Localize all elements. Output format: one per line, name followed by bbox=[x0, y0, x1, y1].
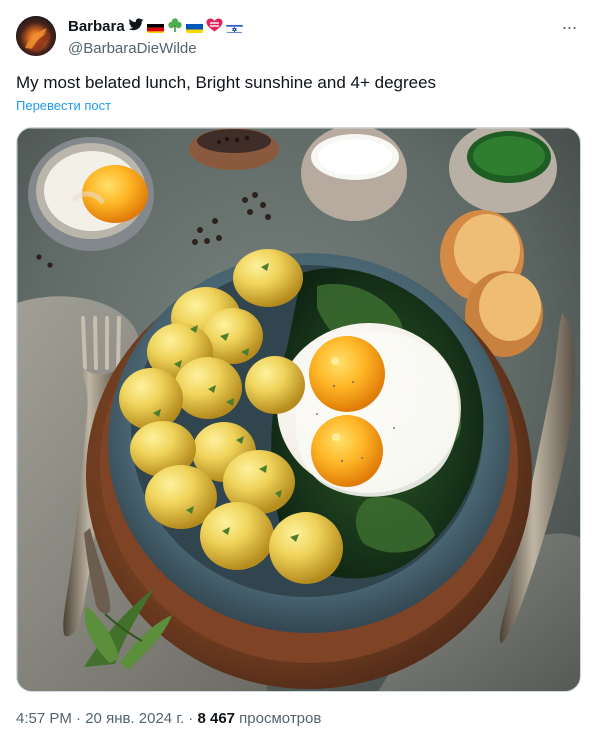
views-count[interactable]: 8 467 bbox=[197, 710, 235, 727]
views-label: просмотров bbox=[235, 710, 322, 727]
avatar-image bbox=[16, 16, 56, 56]
germany-flag-icon bbox=[146, 22, 164, 33]
display-name[interactable]: Barbara bbox=[68, 17, 125, 37]
translate-link[interactable]: Перевести пост bbox=[16, 98, 111, 114]
author-handle[interactable]: @BarbaraDieWilde bbox=[68, 39, 488, 58]
ukraine-flag-icon bbox=[185, 22, 203, 33]
name-row: Barbara bbox=[68, 17, 488, 37]
israel-flag-icon bbox=[225, 22, 243, 33]
shamrock-icon bbox=[167, 17, 183, 38]
tweet-time[interactable]: 4:57 PM bbox=[16, 710, 72, 727]
more-options-icon[interactable]: ··· bbox=[557, 18, 581, 39]
tweet-metadata: 4:57 PM · 20 янв. 2024 г. · 8 467 просмо… bbox=[16, 709, 321, 729]
food-photo-illustration bbox=[17, 128, 580, 691]
tweet-photo[interactable] bbox=[16, 127, 581, 692]
twitter-bird-icon bbox=[128, 17, 144, 37]
tweet[interactable]: Barbara @BarbaraDieWilde ··· My most bel… bbox=[0, 0, 597, 745]
avatar[interactable] bbox=[16, 16, 56, 56]
author-info[interactable]: Barbara @BarbaraDieWilde bbox=[68, 17, 488, 58]
tweet-text: My most belated lunch, Bright sunshine a… bbox=[16, 73, 437, 92]
tweet-header: Barbara @BarbaraDieWilde ··· bbox=[16, 16, 581, 58]
separator-dot-2: · bbox=[184, 710, 198, 727]
heart-badge-icon bbox=[206, 18, 223, 37]
separator-dot: · bbox=[71, 710, 86, 727]
tweet-date[interactable]: 20 янв. 2024 г. bbox=[85, 710, 184, 727]
